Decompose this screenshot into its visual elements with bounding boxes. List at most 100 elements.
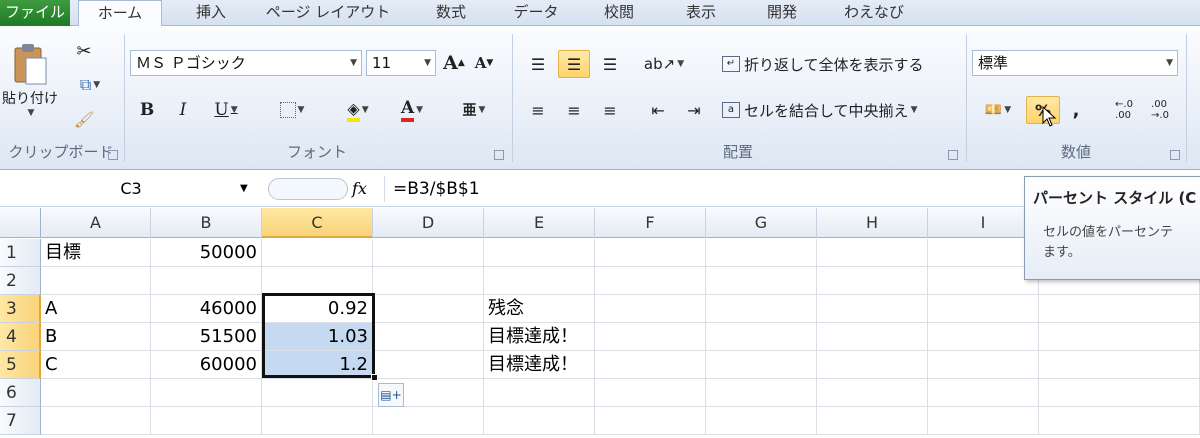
cell-b3[interactable]: 46000	[151, 295, 262, 323]
cell-f4[interactable]	[595, 323, 706, 351]
cell-g1[interactable]	[706, 239, 817, 267]
cell-i5[interactable]	[928, 351, 1039, 379]
format-painter-button[interactable]: 🖌	[70, 106, 98, 132]
insert-function-icon[interactable]: fx	[352, 176, 367, 202]
cell-b2[interactable]	[151, 267, 262, 295]
cell-j6[interactable]	[1039, 379, 1200, 407]
cell-h4[interactable]	[817, 323, 928, 351]
align-middle-button[interactable]: ☰	[558, 50, 590, 78]
column-header-c[interactable]: C	[262, 208, 373, 238]
cell-a1[interactable]: 目標	[41, 239, 151, 267]
cell-e1[interactable]	[484, 239, 595, 267]
cell-a5[interactable]: C	[41, 351, 151, 379]
fill-handle[interactable]	[371, 374, 378, 381]
orientation-button[interactable]: ab↗ ▼	[642, 50, 686, 78]
cell-j4[interactable]	[1039, 323, 1200, 351]
accounting-format-button[interactable]: 💴 ▼	[974, 96, 1022, 124]
tab-waenavi[interactable]: わえなび	[836, 0, 912, 26]
bold-button[interactable]: B	[134, 96, 160, 124]
cell-h7[interactable]	[817, 407, 928, 435]
row-header[interactable]: 7	[0, 407, 41, 435]
formula-input[interactable]: =B3/$B$1	[384, 176, 1024, 202]
tab-file[interactable]: ファイル	[0, 0, 70, 26]
cell-c7[interactable]	[262, 407, 373, 435]
cell-f5[interactable]	[595, 351, 706, 379]
row-header[interactable]: 6	[0, 379, 41, 407]
cell-i4[interactable]	[928, 323, 1039, 351]
cell-e7[interactable]	[484, 407, 595, 435]
cell-h3[interactable]	[817, 295, 928, 323]
cell-d2[interactable]	[373, 267, 484, 295]
column-header-h[interactable]: H	[817, 208, 928, 238]
cell-b7[interactable]	[151, 407, 262, 435]
decrease-decimal-button[interactable]: .00 →.0	[1144, 96, 1176, 124]
cell-e5[interactable]: 目標達成！	[484, 351, 595, 379]
quick-analysis-icon[interactable]: ▤+	[378, 383, 404, 407]
merge-center-button[interactable]: a セルを結合して中央揃え ▼	[722, 96, 958, 124]
cell-d1[interactable]	[373, 239, 484, 267]
cell-h2[interactable]	[817, 267, 928, 295]
cell-a6[interactable]	[41, 379, 151, 407]
cell-g4[interactable]	[706, 323, 817, 351]
cell-d4[interactable]	[373, 323, 484, 351]
chevron-down-icon[interactable]: ▼	[240, 176, 248, 202]
cell-f7[interactable]	[595, 407, 706, 435]
cell-i6[interactable]	[928, 379, 1039, 407]
cell-i1[interactable]	[928, 239, 1039, 267]
cell-a7[interactable]	[41, 407, 151, 435]
number-format-combo[interactable]: 標準 ▼	[972, 50, 1178, 76]
borders-button[interactable]: ▼	[270, 96, 314, 124]
cell-g2[interactable]	[706, 267, 817, 295]
cell-f1[interactable]	[595, 239, 706, 267]
cell-i3[interactable]	[928, 295, 1039, 323]
column-header-g[interactable]: G	[706, 208, 817, 238]
cell-b6[interactable]	[151, 379, 262, 407]
cell-e2[interactable]	[484, 267, 595, 295]
cell-b5[interactable]: 60000	[151, 351, 262, 379]
cell-a2[interactable]	[41, 267, 151, 295]
tab-page-layout[interactable]: ページ レイアウト	[262, 0, 394, 26]
cell-c5[interactable]: 1.2	[262, 351, 373, 379]
cell-j3[interactable]	[1039, 295, 1200, 323]
column-header-d[interactable]: D	[373, 208, 484, 238]
copy-button[interactable]: ⧉ ▼	[70, 72, 110, 98]
cell-i2[interactable]	[928, 267, 1039, 295]
column-header-e[interactable]: E	[484, 208, 595, 238]
cell-j7[interactable]	[1039, 407, 1200, 435]
align-center-button[interactable]: ≡	[558, 96, 590, 124]
cut-button[interactable]: ✂	[70, 38, 98, 64]
cell-b4[interactable]: 51500	[151, 323, 262, 351]
decrease-indent-button[interactable]: ⇤	[642, 96, 674, 124]
cell-h6[interactable]	[817, 379, 928, 407]
tab-developer[interactable]: 開発	[757, 0, 807, 26]
alignment-launcher-icon[interactable]	[948, 150, 958, 160]
cell-e6[interactable]	[484, 379, 595, 407]
tab-insert[interactable]: 挿入	[186, 0, 236, 26]
cell-c4[interactable]: 1.03	[262, 323, 373, 351]
paste-button[interactable]: 貼り付け ▼	[2, 36, 58, 124]
tab-formulas[interactable]: 数式	[426, 0, 476, 26]
cell-a4[interactable]: B	[41, 323, 151, 351]
cell-d7[interactable]	[373, 407, 484, 435]
font-color-button[interactable]: A ▼	[390, 96, 434, 124]
clipboard-launcher-icon[interactable]	[108, 150, 118, 160]
cell-g7[interactable]	[706, 407, 817, 435]
cell-h5[interactable]	[817, 351, 928, 379]
column-header-a[interactable]: A	[41, 208, 151, 238]
cell-a3[interactable]: A	[41, 295, 151, 323]
row-header[interactable]: 4	[0, 323, 41, 351]
cell-g5[interactable]	[706, 351, 817, 379]
column-header-f[interactable]: F	[595, 208, 706, 238]
cell-c3[interactable]: 0.92	[262, 295, 373, 323]
align-bottom-button[interactable]: ☰	[594, 50, 626, 78]
cell-d3[interactable]	[373, 295, 484, 323]
name-box[interactable]: C3	[0, 176, 262, 202]
cell-i7[interactable]	[928, 407, 1039, 435]
wrap-text-button[interactable]: ↵ 折り返して全体を表示する	[722, 50, 954, 78]
increase-decimal-button[interactable]: ←.0.00	[1108, 96, 1140, 124]
font-size-combo[interactable]: 11 ▼	[366, 50, 436, 76]
tab-data[interactable]: データ	[507, 0, 565, 26]
row-header[interactable]: 3	[0, 295, 41, 323]
cell-f3[interactable]	[595, 295, 706, 323]
cell-e4[interactable]: 目標達成！	[484, 323, 595, 351]
